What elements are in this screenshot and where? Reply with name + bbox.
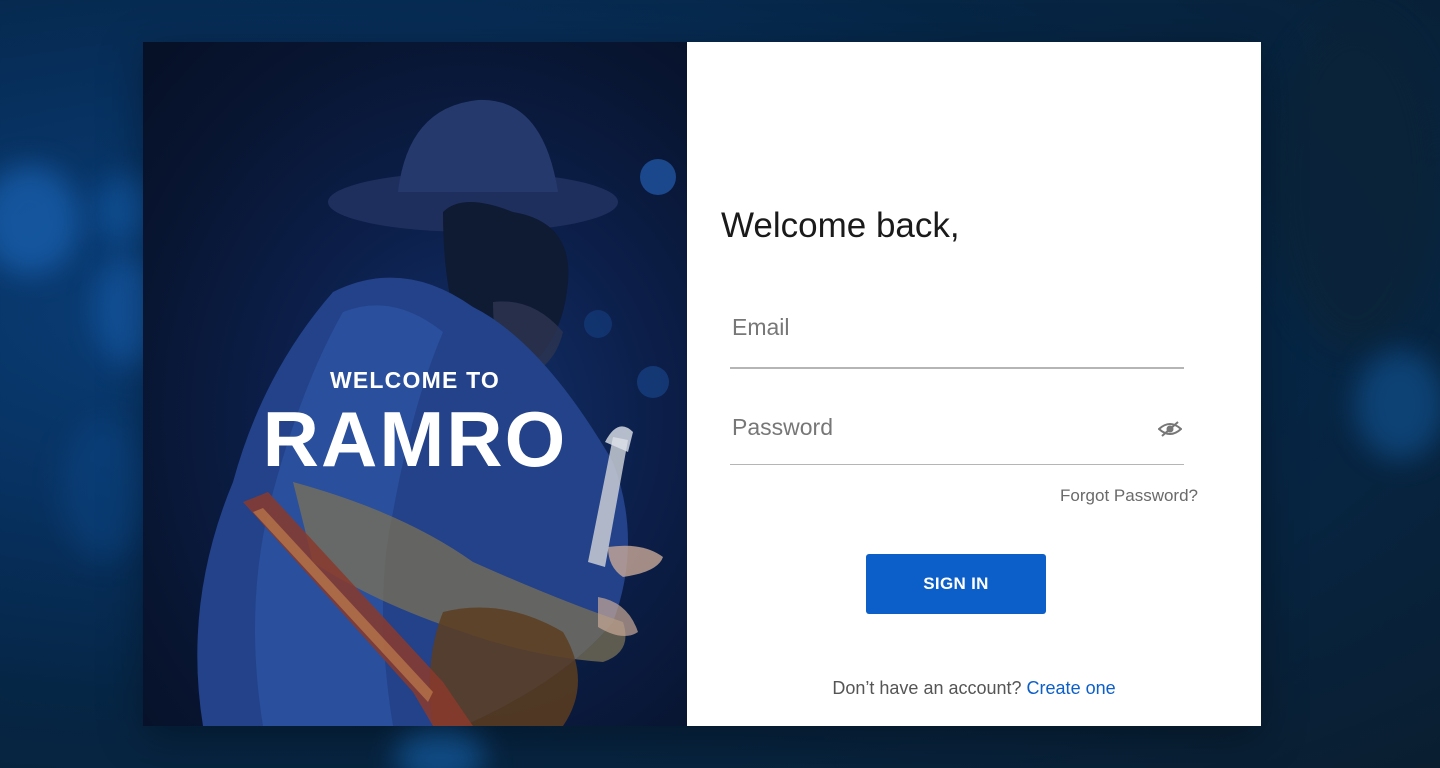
- signup-prompt: Don’t have an account? Create one: [687, 678, 1261, 699]
- login-form-panel: Welcome back, Forgot Password? SIGN IN D…: [687, 42, 1261, 726]
- greeting-title: Welcome back,: [721, 206, 960, 245]
- background-shadow: [1270, 20, 1440, 350]
- background-bokeh: [395, 725, 485, 768]
- hero-photo-panel: WELCOME TO RAMRO: [143, 42, 687, 726]
- password-input[interactable]: [730, 410, 1184, 441]
- hero-heading: WELCOME TO RAMRO: [143, 367, 687, 478]
- brand-name: RAMRO: [262, 395, 568, 483]
- login-card: WELCOME TO RAMRO Welcome back, Forgot Pa…: [143, 42, 1261, 726]
- email-input[interactable]: [730, 310, 1184, 341]
- no-account-text: Don’t have an account?: [832, 678, 1022, 698]
- welcome-to-text: WELCOME TO: [329, 367, 500, 393]
- forgot-password-link[interactable]: Forgot Password?: [1060, 486, 1198, 506]
- eye-slash-icon[interactable]: [1158, 420, 1182, 438]
- create-account-link[interactable]: Create one: [1027, 678, 1116, 698]
- background-bokeh: [60, 420, 150, 560]
- background-bokeh: [1355, 350, 1440, 460]
- password-field-wrapper: [730, 410, 1184, 465]
- sign-in-button[interactable]: SIGN IN: [866, 554, 1046, 614]
- background-bokeh: [0, 165, 80, 275]
- email-field-wrapper: [730, 310, 1184, 369]
